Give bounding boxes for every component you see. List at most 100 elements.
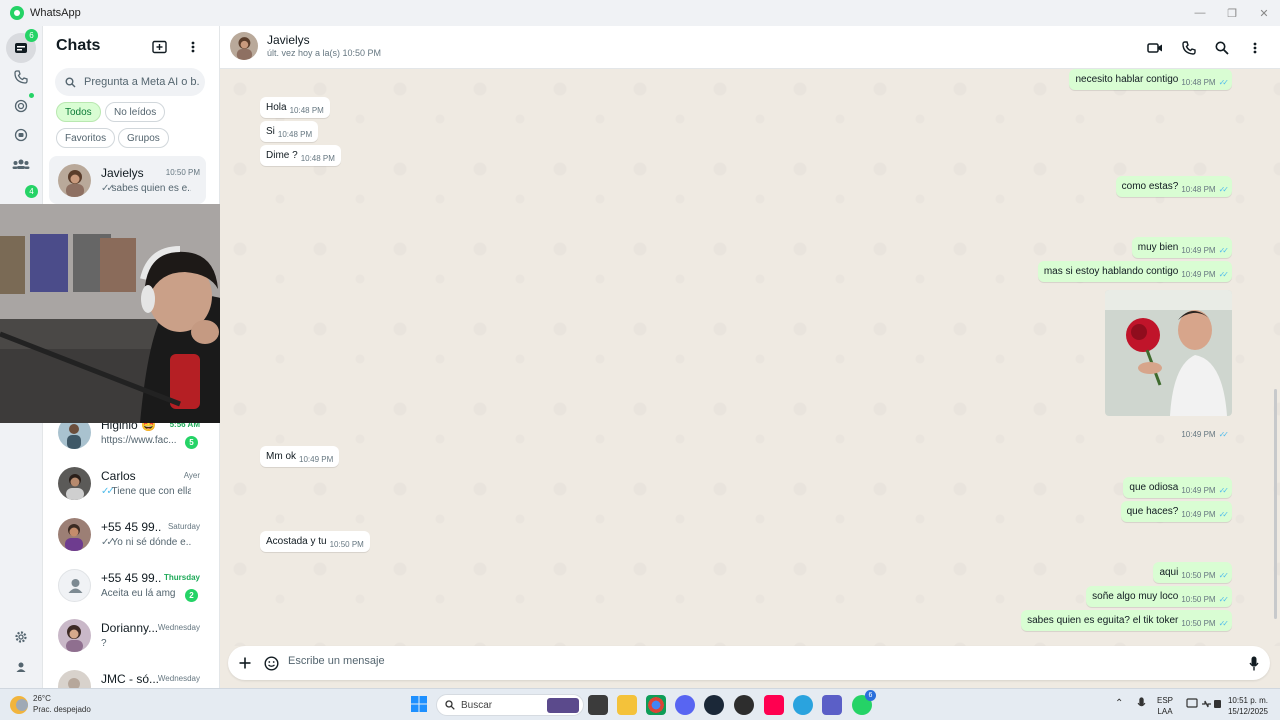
conversation-header[interactable]: Javielys últ. vez hoy a la(s) 10:50 PM — [220, 26, 1280, 69]
filter-chip-no-leidos[interactable]: No leídos — [105, 102, 166, 122]
read-receipt-icon: ✓✓ — [101, 183, 115, 194]
message-input[interactable] — [288, 655, 1188, 667]
network-icon[interactable] — [1186, 697, 1222, 714]
task-view-icon[interactable] — [588, 695, 608, 715]
outgoing-message[interactable]: mas si estoy hablando contigo 10:49 PM ✓✓ — [1037, 261, 1232, 282]
microphone-icon — [1249, 656, 1259, 670]
read-receipt-icon: ✓✓ — [1218, 430, 1230, 439]
window-title: WhatsApp — [30, 7, 81, 19]
chat-preview: https://www.fac... — [101, 435, 177, 446]
discord-icon[interactable] — [675, 695, 695, 715]
chat-time: Saturday — [167, 522, 200, 531]
file-explorer-icon[interactable] — [617, 695, 637, 715]
incoming-message[interactable]: Dime ? 10:48 PM — [260, 145, 341, 166]
weather-condition: Prac. despejado — [33, 705, 91, 714]
search-input[interactable] — [84, 76, 199, 88]
unread-count-badge: 5 — [185, 436, 198, 449]
message-area[interactable]: necesito hablar contigo 10:48 PM ✓✓ Hola 10… — [220, 69, 1280, 646]
close-icon[interactable]: ✕ — [1248, 0, 1280, 26]
outgoing-message[interactable]: necesito hablar contigo 10:48 PM ✓✓ — [1069, 69, 1232, 90]
more-vertical-icon — [1253, 42, 1257, 54]
status-nav-button[interactable] — [6, 91, 36, 121]
outgoing-message[interactable]: que odiosa 10:49 PM ✓✓ — [1123, 477, 1232, 498]
obs-icon[interactable] — [734, 695, 754, 715]
image-message[interactable] — [1105, 290, 1232, 416]
incoming-message[interactable]: Si 10:48 PM — [260, 121, 319, 142]
panel-menu-button[interactable] — [184, 38, 202, 56]
settings-nav-button[interactable] — [6, 622, 36, 652]
outgoing-message[interactable]: muy bien 10:49 PM ✓✓ — [1131, 237, 1232, 258]
message-text: Dime ? — [266, 150, 298, 161]
search-messages-button[interactable] — [1212, 38, 1232, 58]
read-receipt-icon: ✓✓ — [1218, 78, 1230, 87]
minimize-icon[interactable]: — — [1184, 0, 1216, 26]
message-text: Mm ok — [266, 451, 296, 462]
start-button[interactable] — [410, 695, 430, 715]
new-chat-button[interactable] — [151, 38, 169, 56]
incoming-message[interactable]: Acostada y tu 10:50 PM — [260, 531, 370, 552]
chat-list-item[interactable]: +55 45 99... Thursday Aceita eu lá amg 2 — [49, 561, 206, 609]
avatar — [58, 467, 91, 500]
chevron-up-icon[interactable]: ⌃ — [1115, 698, 1123, 709]
calls-nav-button[interactable] — [6, 62, 36, 92]
message-time: 10:48 PM — [289, 106, 324, 115]
chat-preview: ✓✓ Tiene que con ella — [101, 486, 191, 497]
outgoing-message[interactable]: soñe algo muy loco 10:50 PM ✓✓ — [1086, 586, 1232, 607]
voice-message-button[interactable] — [1244, 653, 1264, 673]
attach-button[interactable] — [235, 653, 255, 673]
contact-avatar[interactable] — [230, 32, 258, 60]
incoming-message[interactable]: Mm ok 10:49 PM — [260, 446, 340, 467]
video-call-button[interactable] — [1145, 38, 1165, 58]
taskbar-search-box[interactable]: Buscar — [436, 694, 584, 716]
outgoing-message[interactable]: aqui 10:50 PM ✓✓ — [1153, 562, 1232, 583]
whatsapp-taskbar-icon[interactable]: 6 — [852, 690, 876, 715]
window-controls: — ❐ ✕ — [1184, 0, 1280, 26]
conversation-menu-button[interactable] — [1245, 38, 1265, 58]
message-text: como estas? — [1121, 181, 1179, 192]
filter-chip-todos[interactable]: Todos — [56, 102, 101, 122]
search-bar[interactable] — [55, 68, 205, 96]
plus-icon — [239, 657, 251, 669]
filter-chip-favoritos[interactable]: Favoritos — [56, 128, 116, 148]
default-avatar-icon — [68, 579, 83, 593]
avatar — [58, 619, 91, 652]
chat-list-item[interactable]: Javielys 10:50 PM ✓✓ sabes quien es e... — [49, 156, 206, 204]
filter-chip-grupos[interactable]: Grupos — [118, 128, 169, 148]
channels-nav-button[interactable] — [6, 120, 36, 150]
chats-nav-button[interactable]: 6 — [6, 29, 38, 63]
input-language[interactable]: ESP LAA — [1157, 695, 1173, 717]
teams-icon[interactable] — [822, 695, 842, 715]
voice-call-button[interactable] — [1179, 38, 1199, 58]
chat-preview: ✓✓ Yo ni sé dónde e... — [101, 537, 191, 548]
profile-nav-button[interactable] — [6, 652, 36, 682]
chat-list-item[interactable]: JMC - só... Wednesday — [49, 662, 206, 688]
outgoing-message[interactable]: como estas? 10:48 PM ✓✓ — [1115, 176, 1232, 197]
chat-list-item[interactable]: Dorianny... Wednesday ? — [49, 611, 206, 659]
read-receipt-icon: ✓✓ — [1218, 619, 1230, 628]
weather-widget[interactable]: 26°C Prac. despejado — [10, 693, 91, 715]
message-scrollbar[interactable] — [1274, 389, 1277, 619]
communities-nav-button[interactable] — [6, 149, 36, 179]
incoming-message[interactable]: Hola 10:48 PM — [260, 97, 330, 118]
search-icon — [65, 77, 76, 87]
message-text: aqui — [1159, 567, 1179, 578]
tiktok-icon[interactable] — [764, 695, 784, 715]
system-clock[interactable]: 10:51 p. m. 15/12/2025 — [1223, 695, 1273, 717]
telegram-icon[interactable] — [793, 695, 813, 715]
outgoing-message[interactable]: sabes quien es eguita? el tik toker 10:50… — [1021, 610, 1232, 631]
maximize-icon[interactable]: ❐ — [1216, 0, 1248, 26]
outgoing-message[interactable]: que haces? 10:49 PM ✓✓ — [1120, 501, 1232, 522]
message-text: soñe algo muy loco — [1092, 591, 1179, 602]
message-composer[interactable] — [228, 646, 1270, 680]
chat-name: +55 45 99... — [101, 520, 161, 534]
chat-list-item[interactable]: Carlos Ayer ✓✓ Tiene que con ella — [49, 459, 206, 507]
windows-taskbar: 26°C Prac. despejado Buscar 6 ⌃ ESP LAA … — [0, 688, 1280, 720]
steam-icon[interactable] — [704, 695, 724, 715]
chat-list-item[interactable]: +55 45 99... Saturday ✓✓ Yo ni sé dónde … — [49, 510, 206, 558]
microphone-icon[interactable] — [1137, 697, 1146, 713]
windows-logo-icon — [411, 696, 427, 712]
chrome-icon[interactable] — [646, 695, 666, 715]
status-icon — [14, 99, 28, 113]
channels-unread-badge: 4 — [25, 185, 38, 198]
sticker-button[interactable] — [261, 653, 281, 673]
